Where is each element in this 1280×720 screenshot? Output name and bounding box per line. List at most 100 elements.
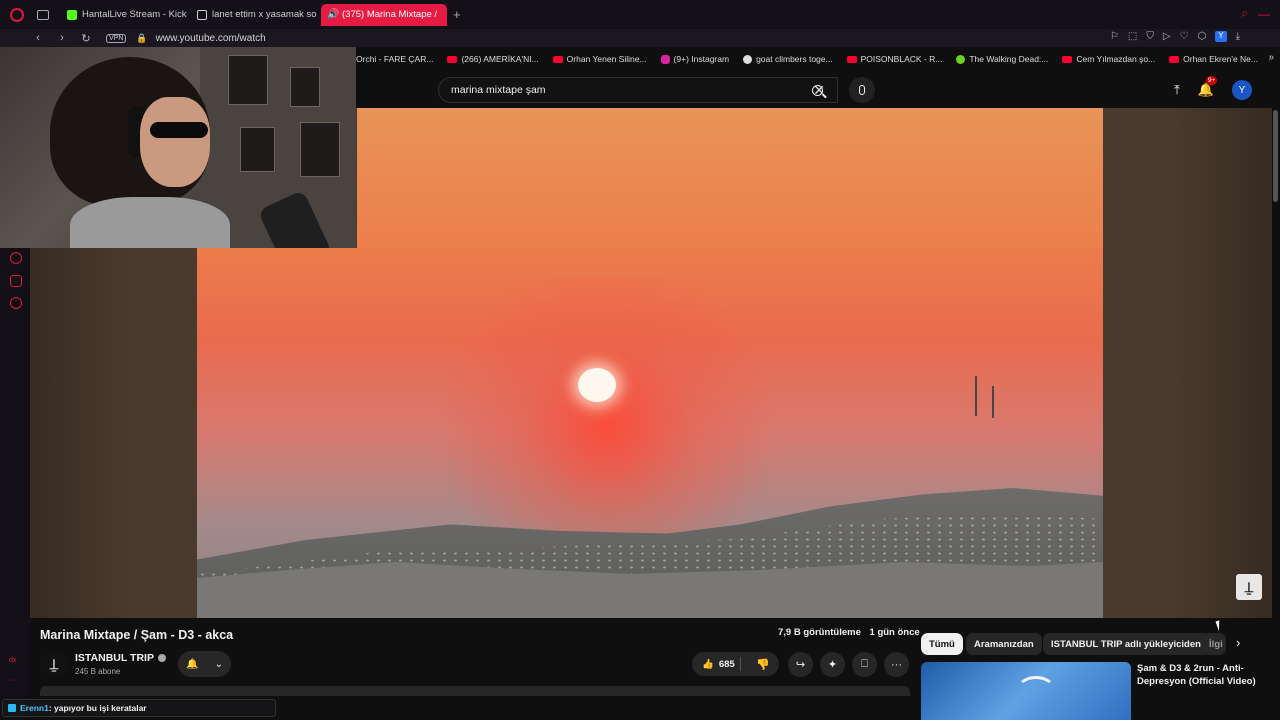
bookmark-item[interactable]: The Walking Dead:... <box>956 54 1048 64</box>
search-icon <box>811 84 823 96</box>
vpn-badge[interactable]: VPN <box>106 33 127 43</box>
tab-label: lanet ettim x yasamak soru <box>212 9 317 20</box>
search-query: marina mixtape şam <box>451 84 546 96</box>
history-icon[interactable] <box>10 252 22 264</box>
bell-icon: 🔔 <box>186 658 199 670</box>
antenna-tower <box>992 386 994 418</box>
channel-watermark[interactable]: ⍊ <box>1236 574 1262 600</box>
channel-avatar[interactable]: ⍊ <box>40 650 68 678</box>
new-tab-button[interactable]: + <box>453 7 461 22</box>
bookmark-item[interactable]: goat climbers toge... <box>743 54 833 64</box>
player-icon[interactable]: ▷ <box>1163 31 1171 42</box>
bookmark-label: The Walking Dead:... <box>969 54 1049 64</box>
tab-islands-icon[interactable] <box>37 9 49 20</box>
chevron-right-icon[interactable]: › <box>1236 635 1240 650</box>
youtube-icon <box>552 55 563 63</box>
more-icon[interactable]: ··· <box>9 677 16 684</box>
chip-related[interactable]: İlgi <box>1202 633 1226 655</box>
tab-marina-mixtape[interactable]: 🔊 (375) Marina Mixtape / <box>321 3 447 26</box>
stream-chat-message: Erenn1 : yapıyor bu işi keratalar <box>2 699 276 717</box>
forward-icon[interactable]: › <box>56 32 68 44</box>
webcam-glasses <box>150 122 208 138</box>
ask-ai-button[interactable]: ✦ <box>820 652 845 677</box>
youtube-icon <box>1169 55 1180 63</box>
profile-icon[interactable]: Y <box>1215 31 1227 42</box>
share-button[interactable]: ↪ <box>788 652 813 677</box>
video-meta: 7,9 B görüntüleme 1 gün önce <box>778 627 920 638</box>
mouse-cursor-icon <box>1215 618 1227 632</box>
google-icon <box>743 54 753 64</box>
scrollbar-thumb[interactable] <box>1273 110 1278 202</box>
channel-name: ISTANBUL TRIP <box>75 652 154 664</box>
upload-icon[interactable]: ⤒ <box>1174 82 1180 98</box>
subscriber-count: 245 B abone <box>75 667 121 676</box>
sidebar-label[interactable]: dx <box>9 657 16 664</box>
description-box[interactable] <box>40 686 910 696</box>
more-actions-button[interactable]: ··· <box>884 652 909 677</box>
thumbs-down-icon[interactable]: 👎 <box>756 658 770 671</box>
bookmark-label: Orhan Ekren'e Ne... <box>1183 54 1258 64</box>
search-button[interactable] <box>798 77 836 103</box>
voice-search-button[interactable] <box>849 77 875 103</box>
bookmark-item[interactable]: Orhan Yenen Siline... <box>552 54 647 64</box>
tab-lanet-ettim[interactable]: lanet ettim x yasamak soru <box>191 4 317 26</box>
verified-icon <box>157 654 166 663</box>
like-dislike-group: 👍 685 👎 <box>692 652 779 676</box>
bookmark-item[interactable]: Orhan Ekren'e Ne... <box>1169 54 1258 64</box>
snapshot-icon[interactable]: ⬚ <box>1128 31 1137 42</box>
save-button[interactable]: ⎕ <box>852 652 877 677</box>
pinboard-icon[interactable] <box>10 275 22 287</box>
bookmarks-more-icon[interactable]: » <box>1268 52 1274 63</box>
search-input[interactable]: marina mixtape şam ✕ <box>438 77 838 103</box>
bookmark-item[interactable]: Cem Yılmazdan şo... <box>1062 54 1155 64</box>
sparkle-icon: ✦ <box>827 659 838 671</box>
antenna-tower <box>975 376 977 416</box>
address-bar: ‹ › ↻ VPN 🔒 www.youtube.com/watch ⚐ ⬚ ⛉ … <box>0 29 1280 47</box>
bookmark-label: POISONBLACK - R... <box>860 54 943 64</box>
shield-icon[interactable]: ⛉ <box>1146 31 1154 42</box>
subscribed-notifications-button[interactable]: 🔔 ⌄ <box>178 651 231 677</box>
streamer-webcam <box>0 47 356 248</box>
webcam-poster <box>240 127 275 172</box>
reload-icon[interactable]: ↻ <box>80 32 92 45</box>
opera-logo-icon[interactable] <box>10 7 24 22</box>
recommended-video-title[interactable]: Şam & D3 & 2run - Anti-Depresyon (Offici… <box>1137 662 1267 688</box>
chip-from-uploader[interactable]: ISTANBUL TRIP adlı yükleyiciden <box>1043 633 1209 655</box>
extensions-icon[interactable]: ⬡ <box>1198 31 1207 42</box>
bookmark-item[interactable]: (266) AMERİKA'NI... <box>447 54 539 64</box>
youtube-icon <box>1062 55 1073 63</box>
thumbnail-figure <box>1016 676 1056 706</box>
sun <box>578 368 616 402</box>
download-icon[interactable]: ⤓ <box>1236 31 1240 42</box>
chip-all[interactable]: Tümü <box>921 633 963 655</box>
screen: HantalLive Stream - Kick D lanet ettim x… <box>0 0 1280 720</box>
back-icon[interactable]: ‹ <box>32 32 44 44</box>
bookmark-item[interactable]: (9+) Instagram <box>660 54 729 64</box>
bookmark-item[interactable]: POISONBLACK - R... <box>846 54 943 64</box>
youtube-icon <box>846 55 857 63</box>
bookmark-label: (266) AMERİKA'NI... <box>461 54 539 64</box>
kick-icon <box>67 9 77 20</box>
bookmark-page-icon[interactable]: ⚐ <box>1110 31 1119 42</box>
thumbs-up-icon[interactable]: 👍 <box>702 659 714 670</box>
upload-age: 1 gün önce <box>869 627 920 638</box>
channel-name-row[interactable]: ISTANBUL TRIP <box>75 652 166 664</box>
minimize-icon[interactable]: — <box>1258 7 1270 21</box>
chip-from-search[interactable]: Aramanızdan <box>966 633 1042 655</box>
tab-hantallive[interactable]: HantalLive Stream - Kick D <box>61 4 187 26</box>
bookmark-label: Orhan Yenen Siline... <box>566 54 647 64</box>
account-avatar[interactable]: Y <box>1232 80 1252 100</box>
settings-icon[interactable] <box>10 297 22 309</box>
address-bar-tools: ⚐ ⬚ ⛉ ▷ ♡ ⬡ Y ⤓ <box>1110 31 1240 42</box>
chat-text: : yapıyor bu işi keratalar <box>48 703 147 713</box>
url-field[interactable]: www.youtube.com/watch <box>156 33 266 44</box>
bookmark-item[interactable]: Orchi - FARE ÇAR... <box>356 54 433 64</box>
youtube-icon <box>447 55 458 63</box>
recommended-video-thumbnail[interactable] <box>921 662 1131 720</box>
heart-icon[interactable]: ♡ <box>1180 31 1189 42</box>
chat-username: Erenn1 <box>20 703 49 713</box>
header-actions: ⤒ 🔔 9+ Y <box>1174 76 1252 100</box>
search-tabs-icon[interactable]: ⌕ <box>1241 6 1248 21</box>
notifications-button[interactable]: 🔔 9+ <box>1198 76 1218 98</box>
like-count[interactable]: 685 <box>719 659 735 670</box>
